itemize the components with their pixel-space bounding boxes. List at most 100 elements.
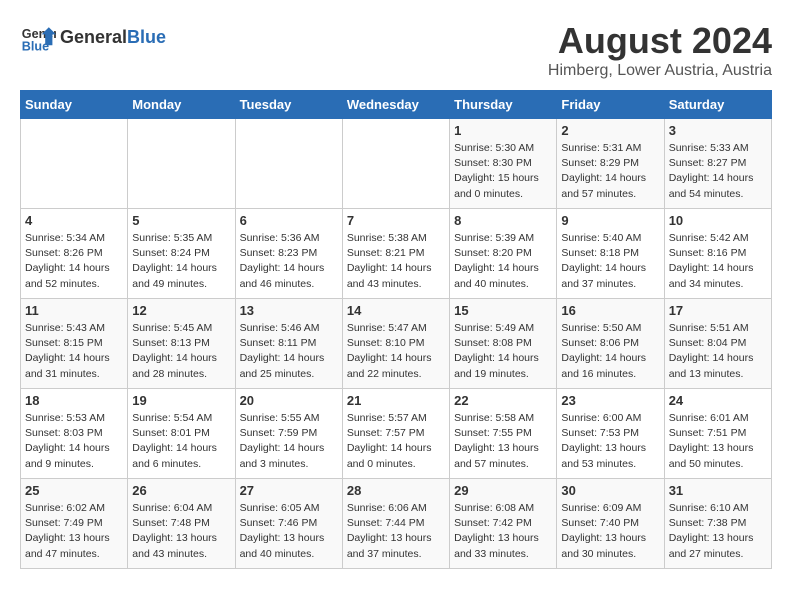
day-number: 5 — [132, 213, 230, 228]
day-info: Sunrise: 5:57 AM Sunset: 7:57 PM Dayligh… — [347, 411, 445, 472]
calendar-cell: 6 Sunrise: 5:36 AM Sunset: 8:23 PM Daylig… — [235, 209, 342, 299]
day-number: 30 — [561, 483, 659, 498]
day-number: 25 — [25, 483, 123, 498]
day-number: 23 — [561, 393, 659, 408]
title-block: August 2024 Himberg, Lower Austria, Aust… — [548, 20, 772, 80]
day-number: 14 — [347, 303, 445, 318]
day-info: Sunrise: 5:31 AM Sunset: 8:29 PM Dayligh… — [561, 141, 659, 202]
calendar-cell: 15 Sunrise: 5:49 AM Sunset: 8:08 PM Dayli… — [450, 299, 557, 389]
day-info: Sunrise: 6:02 AM Sunset: 7:49 PM Dayligh… — [25, 501, 123, 562]
calendar-cell: 25 Sunrise: 6:02 AM Sunset: 7:49 PM Dayli… — [21, 479, 128, 569]
day-info: Sunrise: 5:58 AM Sunset: 7:55 PM Dayligh… — [454, 411, 552, 472]
calendar-cell: 21 Sunrise: 5:57 AM Sunset: 7:57 PM Dayli… — [342, 389, 449, 479]
day-info: Sunrise: 5:43 AM Sunset: 8:15 PM Dayligh… — [25, 321, 123, 382]
calendar-cell: 28 Sunrise: 6:06 AM Sunset: 7:44 PM Dayli… — [342, 479, 449, 569]
calendar-cell: 10Sunrise: 5:42 AM Sunset: 8:16 PM Dayli… — [664, 209, 771, 299]
calendar-cell: 4 Sunrise: 5:34 AM Sunset: 8:26 PM Daylig… — [21, 209, 128, 299]
day-number: 15 — [454, 303, 552, 318]
calendar-cell: 20 Sunrise: 5:55 AM Sunset: 7:59 PM Dayli… — [235, 389, 342, 479]
calendar-cell: 18Sunrise: 5:53 AM Sunset: 8:03 PM Dayli… — [21, 389, 128, 479]
logo-text: GeneralBlue — [60, 28, 166, 48]
day-info: Sunrise: 5:55 AM Sunset: 7:59 PM Dayligh… — [240, 411, 338, 472]
calendar-cell: 14 Sunrise: 5:47 AM Sunset: 8:10 PM Dayli… — [342, 299, 449, 389]
day-info: Sunrise: 5:53 AM Sunset: 8:03 PM Dayligh… — [25, 411, 123, 472]
day-info: Sunrise: 5:46 AM Sunset: 8:11 PM Dayligh… — [240, 321, 338, 382]
calendar-week-4: 18Sunrise: 5:53 AM Sunset: 8:03 PM Dayli… — [21, 389, 772, 479]
location: Himberg, Lower Austria, Austria — [548, 62, 772, 80]
calendar-cell: 22 Sunrise: 5:58 AM Sunset: 7:55 PM Dayli… — [450, 389, 557, 479]
day-info: Sunrise: 5:40 AM Sunset: 8:18 PM Dayligh… — [561, 231, 659, 292]
calendar-cell: 7Sunrise: 5:38 AM Sunset: 8:21 PM Daylig… — [342, 209, 449, 299]
day-info: Sunrise: 6:09 AM Sunset: 7:40 PM Dayligh… — [561, 501, 659, 562]
calendar-week-5: 25 Sunrise: 6:02 AM Sunset: 7:49 PM Dayli… — [21, 479, 772, 569]
svg-text:Blue: Blue — [22, 40, 49, 54]
calendar-cell: 12Sunrise: 5:45 AM Sunset: 8:13 PM Dayli… — [128, 299, 235, 389]
day-info: Sunrise: 6:01 AM Sunset: 7:51 PM Dayligh… — [669, 411, 767, 472]
calendar-table: SundayMondayTuesdayWednesdayThursdayFrid… — [20, 90, 772, 569]
day-info: Sunrise: 5:51 AM Sunset: 8:04 PM Dayligh… — [669, 321, 767, 382]
calendar-cell: 31 Sunrise: 6:10 AM Sunset: 7:38 PM Dayli… — [664, 479, 771, 569]
day-number: 4 — [25, 213, 123, 228]
day-number: 1 — [454, 123, 552, 138]
day-info: Sunrise: 5:34 AM Sunset: 8:26 PM Dayligh… — [25, 231, 123, 292]
day-number: 20 — [240, 393, 338, 408]
calendar-cell: 5 Sunrise: 5:35 AM Sunset: 8:24 PM Daylig… — [128, 209, 235, 299]
calendar-cell: 17 Sunrise: 5:51 AM Sunset: 8:04 PM Dayli… — [664, 299, 771, 389]
calendar-cell: 19 Sunrise: 5:54 AM Sunset: 8:01 PM Dayli… — [128, 389, 235, 479]
calendar-cell — [342, 119, 449, 209]
calendar-cell: 27Sunrise: 6:05 AM Sunset: 7:46 PM Dayli… — [235, 479, 342, 569]
calendar-cell: 11Sunrise: 5:43 AM Sunset: 8:15 PM Dayli… — [21, 299, 128, 389]
weekday-header-friday: Friday — [557, 91, 664, 119]
day-number: 24 — [669, 393, 767, 408]
day-number: 21 — [347, 393, 445, 408]
day-info: Sunrise: 6:08 AM Sunset: 7:42 PM Dayligh… — [454, 501, 552, 562]
calendar-cell: 13Sunrise: 5:46 AM Sunset: 8:11 PM Dayli… — [235, 299, 342, 389]
day-number: 17 — [669, 303, 767, 318]
calendar-week-3: 11Sunrise: 5:43 AM Sunset: 8:15 PM Dayli… — [21, 299, 772, 389]
day-info: Sunrise: 6:06 AM Sunset: 7:44 PM Dayligh… — [347, 501, 445, 562]
day-info: Sunrise: 5:35 AM Sunset: 8:24 PM Dayligh… — [132, 231, 230, 292]
day-number: 26 — [132, 483, 230, 498]
calendar-cell: 16Sunrise: 5:50 AM Sunset: 8:06 PM Dayli… — [557, 299, 664, 389]
day-info: Sunrise: 5:54 AM Sunset: 8:01 PM Dayligh… — [132, 411, 230, 472]
calendar-header: SundayMondayTuesdayWednesdayThursdayFrid… — [21, 91, 772, 119]
day-number: 28 — [347, 483, 445, 498]
weekday-header-thursday: Thursday — [450, 91, 557, 119]
day-info: Sunrise: 6:04 AM Sunset: 7:48 PM Dayligh… — [132, 501, 230, 562]
weekday-header-saturday: Saturday — [664, 91, 771, 119]
logo-icon: General Blue — [20, 20, 56, 56]
day-number: 3 — [669, 123, 767, 138]
weekday-header-monday: Monday — [128, 91, 235, 119]
calendar-cell: 29 Sunrise: 6:08 AM Sunset: 7:42 PM Dayli… — [450, 479, 557, 569]
calendar-cell — [235, 119, 342, 209]
day-info: Sunrise: 5:50 AM Sunset: 8:06 PM Dayligh… — [561, 321, 659, 382]
calendar-cell: 1 Sunrise: 5:30 AM Sunset: 8:30 PM Daylig… — [450, 119, 557, 209]
day-number: 6 — [240, 213, 338, 228]
day-number: 27 — [240, 483, 338, 498]
day-number: 31 — [669, 483, 767, 498]
page-header: General Blue GeneralBlue August 2024 Him… — [20, 20, 772, 80]
day-number: 29 — [454, 483, 552, 498]
day-info: Sunrise: 5:36 AM Sunset: 8:23 PM Dayligh… — [240, 231, 338, 292]
day-info: Sunrise: 5:30 AM Sunset: 8:30 PM Dayligh… — [454, 141, 552, 202]
calendar-cell: 8 Sunrise: 5:39 AM Sunset: 8:20 PM Daylig… — [450, 209, 557, 299]
day-number: 10 — [669, 213, 767, 228]
weekday-header-sunday: Sunday — [21, 91, 128, 119]
day-info: Sunrise: 6:10 AM Sunset: 7:38 PM Dayligh… — [669, 501, 767, 562]
day-info: Sunrise: 6:00 AM Sunset: 7:53 PM Dayligh… — [561, 411, 659, 472]
day-info: Sunrise: 5:47 AM Sunset: 8:10 PM Dayligh… — [347, 321, 445, 382]
calendar-cell: 9 Sunrise: 5:40 AM Sunset: 8:18 PM Daylig… — [557, 209, 664, 299]
day-info: Sunrise: 5:39 AM Sunset: 8:20 PM Dayligh… — [454, 231, 552, 292]
day-info: Sunrise: 5:49 AM Sunset: 8:08 PM Dayligh… — [454, 321, 552, 382]
calendar-cell — [21, 119, 128, 209]
calendar-cell: 23 Sunrise: 6:00 AM Sunset: 7:53 PM Dayli… — [557, 389, 664, 479]
day-number: 22 — [454, 393, 552, 408]
month-year: August 2024 — [548, 20, 772, 62]
calendar-cell: 3Sunrise: 5:33 AM Sunset: 8:27 PM Daylig… — [664, 119, 771, 209]
calendar-week-2: 4 Sunrise: 5:34 AM Sunset: 8:26 PM Daylig… — [21, 209, 772, 299]
day-number: 8 — [454, 213, 552, 228]
day-number: 19 — [132, 393, 230, 408]
calendar-week-1: 1 Sunrise: 5:30 AM Sunset: 8:30 PM Daylig… — [21, 119, 772, 209]
calendar-cell: 30 Sunrise: 6:09 AM Sunset: 7:40 PM Dayli… — [557, 479, 664, 569]
day-number: 9 — [561, 213, 659, 228]
